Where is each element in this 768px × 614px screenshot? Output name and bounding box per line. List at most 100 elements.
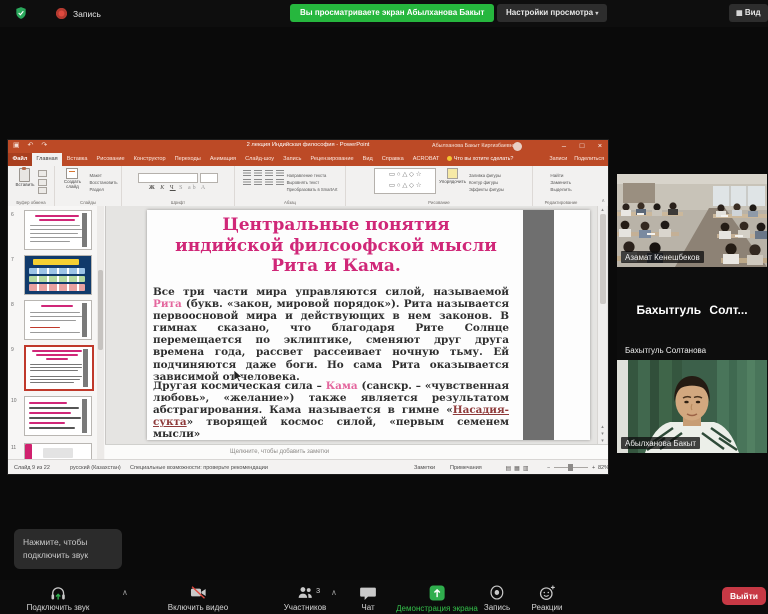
record-button[interactable]: Запись	[484, 584, 510, 612]
tab-file[interactable]: Файл	[8, 153, 32, 166]
scroll-up-icon[interactable]: ▴	[598, 206, 607, 213]
smartart-button[interactable]: Преобразовать в SmartArt	[287, 187, 338, 192]
shape-outline-button[interactable]: Контур фигуры	[469, 180, 504, 185]
slide-thumbnail-11[interactable]	[24, 443, 92, 459]
close-button[interactable]: ×	[592, 141, 608, 150]
new-slide-button[interactable]: Создать слайд	[58, 168, 86, 196]
accessibility-status[interactable]: Специальные возможности: проверьте реком…	[130, 465, 268, 471]
tab-draw[interactable]: Рисование	[92, 153, 129, 166]
prev-slide-icon[interactable]: ▴	[598, 424, 607, 430]
account-avatar[interactable]	[513, 142, 522, 151]
slide-sorter-icon[interactable]: ▦	[514, 465, 520, 472]
share-button[interactable]: Поделиться	[574, 153, 604, 166]
participant-tile-abylkhanova-active-speaker[interactable]: Абылханова Бакыт	[617, 360, 767, 453]
shape-effects-button[interactable]: Эффекты фигуры	[469, 187, 504, 192]
share-screen-button[interactable]: Демонстрация экрана	[396, 584, 478, 613]
tell-me-search[interactable]: Что вы хотите сделать?	[444, 153, 514, 166]
collapse-ribbon-icon[interactable]: ∧	[601, 198, 605, 204]
tab-acrobat[interactable]: ACROBAT	[408, 153, 444, 166]
replace-button[interactable]: Заменить	[550, 180, 571, 185]
slide-thumbnail-7[interactable]	[24, 255, 92, 295]
participants-options-chevron[interactable]: ∧	[331, 588, 337, 597]
tab-view[interactable]: Вид	[358, 153, 377, 166]
restore-button[interactable]: □	[574, 141, 590, 150]
slide-vertical-scrollbar[interactable]: ▴ ▴ ▾ ▾	[597, 206, 607, 444]
tab-review[interactable]: Рецензирование	[306, 153, 358, 166]
line-spacing-icon[interactable]	[276, 170, 284, 176]
audio-options-chevron[interactable]: ∧	[122, 588, 128, 597]
zoom-level[interactable]: 82%	[598, 465, 608, 471]
next-slide-icon[interactable]: ▾	[598, 431, 607, 437]
leave-meeting-button[interactable]: Выйти	[722, 587, 766, 605]
slide-title[interactable]: Центральные понятия индийской филсоофско…	[157, 215, 515, 277]
arrange-button[interactable]: Упорядочить	[439, 168, 466, 196]
section-button[interactable]: Раздел	[89, 187, 117, 192]
sessions-label[interactable]: Записи	[549, 153, 567, 166]
clipboard-mini-buttons[interactable]	[38, 168, 47, 196]
normal-view-icon[interactable]: ▤	[506, 465, 512, 472]
align-center-icon[interactable]	[254, 179, 262, 185]
indent-icon[interactable]	[265, 170, 273, 176]
reactions-button[interactable]: Реакции	[532, 584, 563, 612]
participant-name-label: Абылханова Бакыт	[621, 437, 700, 449]
start-video-button[interactable]: Включить видео	[168, 584, 228, 612]
cut-icon[interactable]	[38, 170, 47, 177]
copy-icon[interactable]	[38, 179, 47, 186]
font-size-input[interactable]	[200, 173, 218, 183]
slide-thumbnail-9-selected[interactable]	[24, 345, 94, 391]
tab-animations[interactable]: Анимация	[205, 153, 240, 166]
font-name-input[interactable]	[138, 173, 198, 183]
view-settings-button[interactable]: Настройки просмотра ▾	[497, 4, 607, 22]
slide-thumbnail-8[interactable]	[24, 300, 92, 340]
participant-tile-azamat[interactable]: Азамат Кенешбеков	[617, 174, 767, 267]
chat-button[interactable]: Чат	[359, 584, 377, 612]
zoom-out-icon[interactable]: −	[547, 465, 550, 471]
layout-button[interactable]: Макет	[89, 173, 117, 178]
shape-fill-button[interactable]: Заливка фигуры	[469, 173, 504, 178]
language-status[interactable]: русский (Казахстан)	[70, 465, 121, 471]
tab-record[interactable]: Запись	[279, 153, 306, 166]
slide-thumbnail-panel[interactable]: 6 7 8	[8, 206, 106, 459]
minimize-button[interactable]: –	[556, 141, 572, 150]
view-layout-button[interactable]: ▦ Вид	[729, 4, 768, 22]
tab-transitions[interactable]: Переходы	[170, 153, 205, 166]
comments-toggle[interactable]: Примечания	[450, 465, 482, 471]
shapes-gallery[interactable]: ▭ ○ △ ◇ ☆ ▭ ○ △ ◇ ☆	[374, 168, 436, 194]
tab-slideshow[interactable]: Слайд-шоу	[241, 153, 279, 166]
select-button[interactable]: Выделить	[550, 187, 571, 192]
justify-icon[interactable]	[276, 179, 284, 185]
join-audio-button[interactable]: Подключить звук	[27, 584, 90, 612]
slide-thumbnail-10[interactable]	[24, 396, 92, 436]
ppt-editing-area: 6 7 8	[8, 206, 608, 459]
align-left-icon[interactable]	[243, 179, 251, 185]
tab-design[interactable]: Конструктор	[129, 153, 170, 166]
thumbnail-scrollbar[interactable]	[97, 206, 104, 459]
reset-button[interactable]: Восстановить	[89, 180, 117, 185]
participant-name-label: Бахытгуль Солтанова	[621, 344, 710, 356]
align-text-button[interactable]: Выровнять текст	[287, 180, 338, 185]
slide-paragraph-2[interactable]: Другая космическая сила – Кама (санскр. …	[153, 380, 509, 440]
text-direction-button[interactable]: Направление текста	[287, 173, 338, 178]
notes-pane[interactable]: Щелкните, чтобы добавить заметки	[105, 444, 608, 460]
align-right-icon[interactable]	[265, 179, 273, 185]
numbering-icon[interactable]	[254, 170, 262, 176]
find-button[interactable]: Найти	[550, 173, 563, 178]
join-audio-tooltip[interactable]: Нажмите, чтобы подключить звук	[14, 529, 122, 569]
ppt-title-bar[interactable]: ▣ ↶ ↷ 2 лекция Индийская философия - Pow…	[8, 140, 608, 153]
bullets-icon[interactable]	[243, 170, 251, 176]
slide-paragraph-1[interactable]: Все три части мира управляются силой, на…	[153, 286, 509, 383]
participant-tile-bakhytgul[interactable]: Бахытгуль Солт... Бахытгуль Солтанова	[617, 267, 767, 360]
mouse-cursor	[234, 370, 243, 382]
zoom-slider-knob[interactable]	[568, 464, 573, 471]
tab-home[interactable]: Главная	[32, 153, 62, 166]
paste-button[interactable]: Вставить	[15, 168, 34, 196]
slide-canvas[interactable]: Центральные понятия индийской филсоофско…	[147, 210, 590, 440]
zoom-in-icon[interactable]: +	[592, 465, 595, 471]
format-painter-icon[interactable]	[38, 187, 47, 194]
notes-toggle[interactable]: Заметки	[414, 465, 435, 471]
tab-insert[interactable]: Вставка	[62, 153, 92, 166]
slide-thumbnail-6[interactable]	[24, 210, 92, 250]
tab-help[interactable]: Справка	[377, 153, 408, 166]
font-format-buttons[interactable]: Ж К Ч S ab A	[149, 185, 207, 191]
reading-view-icon[interactable]: ▥	[523, 465, 529, 472]
